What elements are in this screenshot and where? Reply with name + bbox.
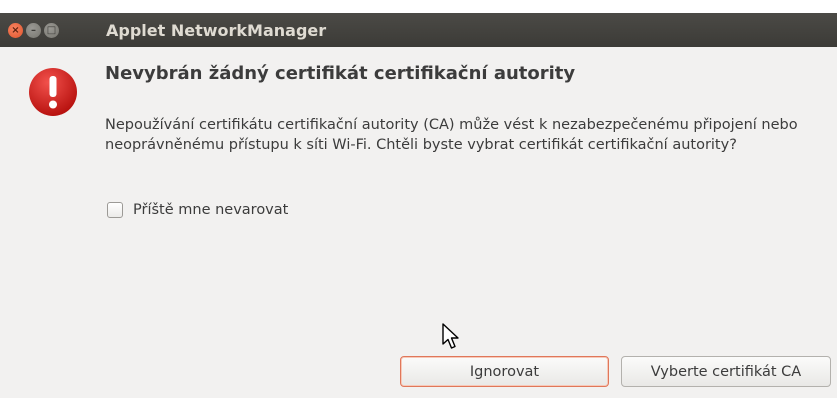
dont-warn-checkbox[interactable] [107,202,123,218]
choose-ca-certificate-button[interactable]: Vyberte certifikát CA [621,356,831,387]
dont-warn-label[interactable]: Příště mne nevarovat [133,202,288,218]
ignore-button[interactable]: Ignorovat [400,356,609,387]
mouse-pointer-icon [442,323,459,349]
window-close-button[interactable]: × [8,23,23,38]
dialog-heading: Nevybrán žádný certifikát certifikační a… [105,63,576,84]
window-maximize-button[interactable]: □ [44,23,59,38]
dialog-message: Nepoužívání certifikátu certifikační aut… [105,117,798,153]
dialog-body: Nevybrán žádný certifikát certifikační a… [0,47,837,398]
window-titlebar[interactable]: × – □ Applet NetworkManager [0,13,837,47]
desktop-strip [0,0,837,13]
window-title: Applet NetworkManager [106,21,327,40]
window-minimize-button[interactable]: – [26,23,41,38]
dialog-warning-icon [29,68,77,116]
dont-warn-checkbox-row[interactable]: Příště mne nevarovat [107,202,288,218]
